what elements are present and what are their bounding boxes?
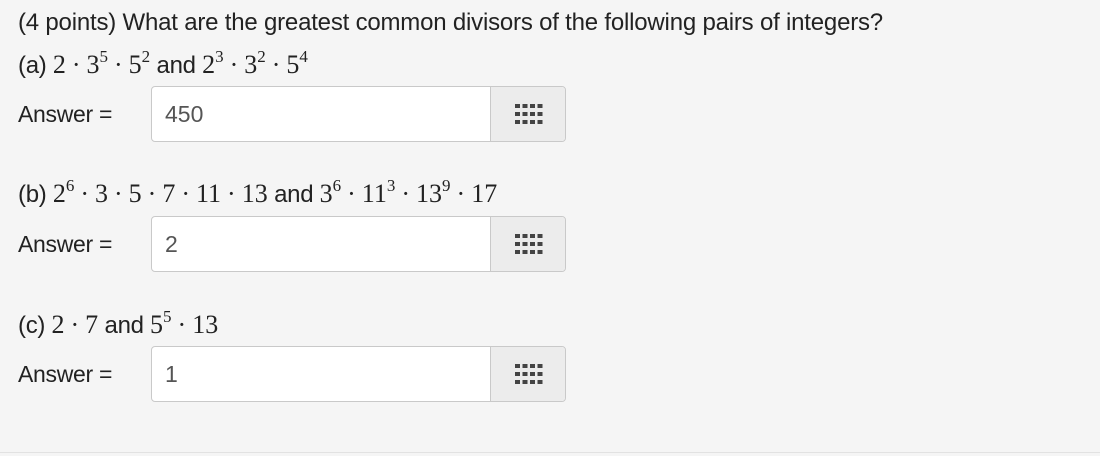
math-expression: 55 · 13 (150, 307, 219, 339)
answer-input-c[interactable] (152, 347, 490, 401)
multiply-dot: · (177, 310, 187, 339)
factor-exponent: 5 (163, 307, 172, 326)
answer-label-a: Answer = (18, 101, 113, 127)
multiply-dot: · (113, 50, 123, 79)
answer-label-b: Answer = (18, 231, 113, 257)
factor-exponent: 6 (332, 176, 342, 195)
answer-input-a[interactable] (152, 87, 490, 141)
math-expression: 2 · 35 · 52 (52, 47, 151, 79)
conjunction: and (274, 181, 314, 208)
factor-exponent: 4 (299, 47, 308, 66)
factor-base: 2 (51, 310, 65, 339)
factor-exponent: 5 (99, 47, 108, 66)
factor-exponent: 3 (215, 47, 224, 66)
factor-base: 11 (196, 179, 222, 208)
factor-base: 5 (128, 179, 142, 208)
factor-base: 13 (241, 179, 268, 208)
factor-base: 11 (361, 179, 387, 208)
multiply-dot: · (71, 50, 81, 79)
conjunction: and (104, 312, 144, 339)
factor-base: 7 (85, 310, 99, 339)
multiply-dot: · (147, 179, 157, 208)
factor-base: 5 (150, 310, 164, 339)
factor-exponent: 9 (442, 176, 451, 195)
factor-exponent: 3 (386, 176, 396, 195)
equation-palette-button-c[interactable] (490, 347, 565, 401)
factor-exponent: 2 (141, 47, 151, 66)
part-a-prompt: (a) 2 · 35 · 52 and 23 · 32 · 54 (18, 47, 308, 80)
factor-base: 7 (162, 179, 176, 208)
problem-panel: (4 points) What are the greatest common … (0, 0, 1100, 453)
answer-input-b[interactable] (152, 217, 490, 271)
factor-exponent: 2 (257, 47, 266, 66)
math-expression: 2 · 7 (51, 310, 98, 339)
factor-base: 3 (319, 179, 333, 208)
question-text: (4 points) What are the greatest common … (18, 9, 883, 36)
factor-base: 13 (416, 179, 443, 208)
equation-palette-button-b[interactable] (490, 217, 565, 271)
factor-base: 13 (192, 310, 219, 339)
multiply-dot: · (347, 179, 356, 208)
part-label: (a) (18, 52, 47, 79)
math-expression: 23 · 32 · 54 (202, 47, 308, 79)
multiply-dot: · (80, 179, 89, 208)
factor-base: 5 (286, 50, 300, 79)
factor-base: 3 (86, 50, 100, 79)
answer-field-a (151, 86, 566, 142)
math-expression: 26 · 3 · 5 · 7 · 11 · 13 (52, 176, 268, 208)
part-b-prompt: (b) 26 · 3 · 5 · 7 · 11 · 13 and 36 · 113 · 139 · 17 (18, 176, 498, 209)
grid-icon (514, 364, 542, 384)
equation-palette-button-a[interactable] (490, 87, 565, 141)
factor-base: 3 (94, 179, 108, 208)
multiply-dot: · (70, 310, 80, 339)
part-c-prompt: (c) 2 · 7 and 55 · 13 (18, 307, 219, 340)
answer-field-b (151, 216, 566, 272)
multiply-dot: · (456, 179, 466, 208)
multiply-dot: · (401, 179, 411, 208)
grid-icon (514, 104, 542, 124)
multiply-dot: · (229, 50, 239, 79)
factor-base: 2 (52, 179, 66, 208)
multiply-dot: · (181, 179, 190, 208)
conjunction: and (156, 52, 196, 79)
multiply-dot: · (271, 50, 281, 79)
math-expression: 36 · 113 · 139 · 17 (319, 176, 498, 208)
part-label: (b) (18, 181, 47, 208)
factor-base: 2 (202, 50, 216, 79)
factor-base: 5 (128, 50, 142, 79)
factor-base: 2 (52, 50, 66, 79)
factor-base: 17 (471, 179, 498, 208)
multiply-dot: · (227, 179, 236, 208)
factor-exponent: 6 (65, 176, 75, 195)
answer-label-c: Answer = (18, 361, 113, 387)
factor-base: 3 (244, 50, 258, 79)
part-label: (c) (18, 312, 46, 339)
grid-icon (514, 234, 542, 254)
answer-field-c (151, 346, 566, 402)
multiply-dot: · (113, 179, 123, 208)
